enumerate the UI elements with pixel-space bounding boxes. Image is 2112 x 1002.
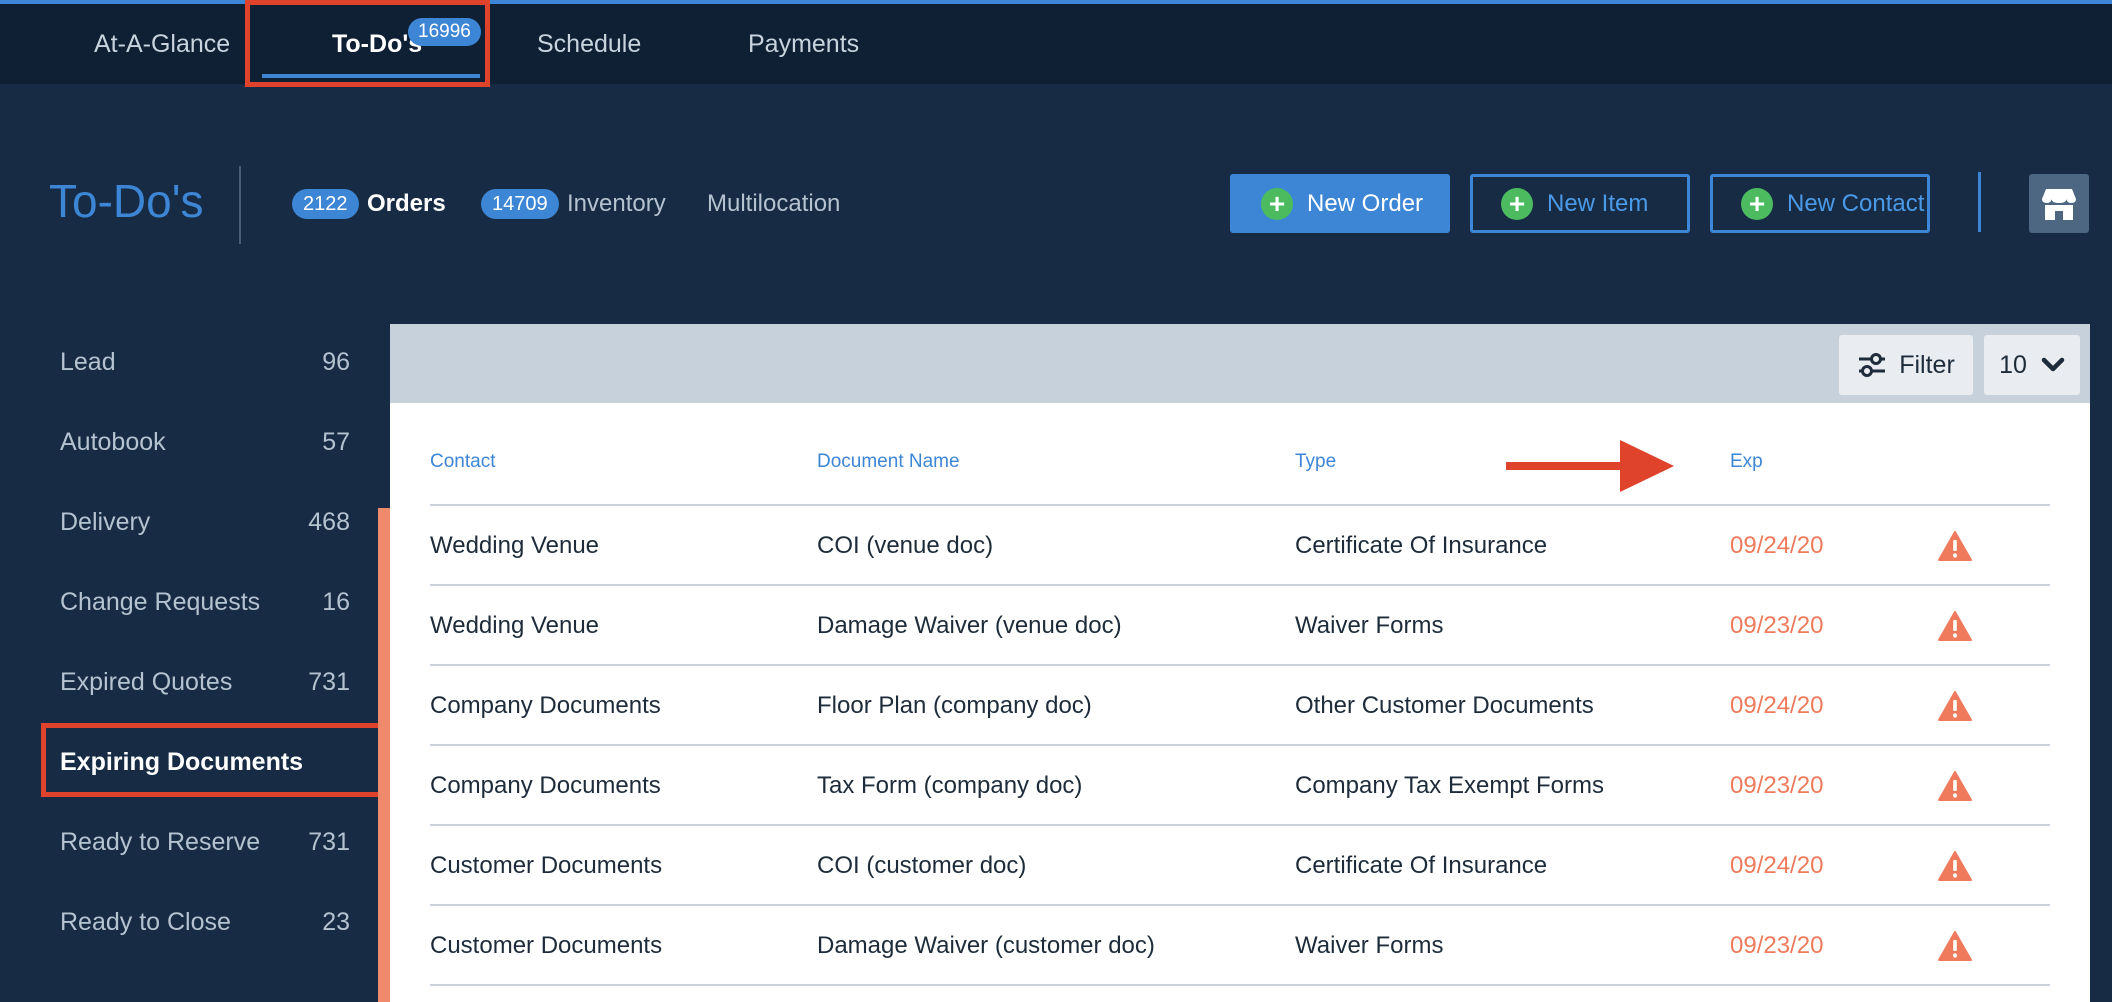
column-header-contact[interactable]: Contact xyxy=(430,451,495,473)
new-contact-button[interactable]: + New Contact xyxy=(1710,174,1930,233)
cell-contact: Customer Documents xyxy=(430,932,663,959)
table-row[interactable]: Wedding Venue COI (venue doc) Certificat… xyxy=(430,506,2050,586)
cell-document-name: Floor Plan (company doc) xyxy=(817,692,1092,719)
cell-document-name: COI (venue doc) xyxy=(817,532,994,559)
cell-document-name: Damage Waiver (customer doc) xyxy=(817,932,1155,959)
sidebar-item-count: 731 xyxy=(308,827,350,856)
annotation-highlight-todos-tab xyxy=(245,0,490,87)
table-row[interactable]: Customer Documents COI (customer doc) Ce… xyxy=(430,826,2050,906)
column-header-document-name[interactable]: Document Name xyxy=(817,451,960,473)
new-order-label: New Order xyxy=(1307,189,1424,217)
column-header-exp[interactable]: Exp xyxy=(1730,451,1763,473)
documents-panel: Filter 10 Contact Document Name Type Exp… xyxy=(390,324,2090,1002)
sidebar-item-count: 16 xyxy=(322,587,350,616)
column-header-type[interactable]: Type xyxy=(1295,451,1336,473)
sidebar-item-lead[interactable]: Lead 96 xyxy=(41,327,377,397)
sidebar-item-delivery[interactable]: Delivery 468 xyxy=(41,487,377,557)
sidebar-item-autobook[interactable]: Autobook 57 xyxy=(41,407,377,477)
page-title: To-Do's xyxy=(49,175,204,227)
sidebar-item-label: Ready to Reserve xyxy=(60,827,261,856)
plus-circle-icon: + xyxy=(1741,187,1773,220)
inventory-count-badge: 14709 xyxy=(481,189,559,219)
new-order-button[interactable]: + New Order xyxy=(1230,174,1450,233)
cell-exp-date: 09/24/20 xyxy=(1730,852,1824,879)
new-item-button[interactable]: + New Item xyxy=(1470,174,1690,233)
cell-document-name: Damage Waiver (venue doc) xyxy=(817,612,1122,639)
table-row[interactable]: Customer Documents Damage Waiver (custom… xyxy=(430,906,2050,986)
sidebar-item-count: 468 xyxy=(308,507,350,536)
cell-exp-date: 09/24/20 xyxy=(1730,532,1824,559)
sliders-icon xyxy=(1859,353,1886,377)
new-contact-label: New Contact xyxy=(1787,189,1925,217)
warning-triangle-icon xyxy=(1938,691,1972,721)
sidebar-item-label: Expired Quotes xyxy=(60,667,233,696)
sidebar-item-count: 96 xyxy=(322,347,350,376)
table-row[interactable]: Company Documents Tax Form (company doc)… xyxy=(430,746,2050,826)
chevron-down-icon xyxy=(2041,357,2065,372)
sidebar-item-ready-to-close[interactable]: Ready to Close 23 xyxy=(41,887,377,957)
cell-contact: Wedding Venue xyxy=(430,532,600,559)
orders-count-badge: 2122 xyxy=(292,189,359,219)
sidebar-item-label: Lead xyxy=(60,347,116,376)
table-row[interactable]: Company Documents Floor Plan (company do… xyxy=(430,666,2050,746)
sidebar-item-ready-to-reserve[interactable]: Ready to Reserve 731 xyxy=(41,807,377,877)
warning-triangle-icon xyxy=(1938,611,1972,641)
cell-exp-date: 09/24/20 xyxy=(1730,692,1824,719)
header-divider xyxy=(1978,172,1981,232)
warning-triangle-icon xyxy=(1938,851,1972,881)
title-divider xyxy=(239,166,241,244)
cell-type: Other Customer Documents xyxy=(1295,692,1594,719)
cell-contact: Company Documents xyxy=(430,692,661,719)
sidebar-item-expired-quotes[interactable]: Expired Quotes 731 xyxy=(41,647,377,717)
sidebar-item-label: Ready to Close xyxy=(60,907,231,936)
cell-document-name: Tax Form (company doc) xyxy=(817,772,1083,799)
table-row[interactable]: Wedding Venue Damage Waiver (venue doc) … xyxy=(430,586,2050,666)
cell-type: Certificate Of Insurance xyxy=(1295,852,1548,879)
cell-type: Waiver Forms xyxy=(1295,612,1444,639)
cell-type: Waiver Forms xyxy=(1295,932,1444,959)
page-size-select[interactable]: 10 xyxy=(1984,335,2080,395)
tab-payments[interactable]: Payments xyxy=(748,30,859,59)
subtab-multilocation[interactable]: Multilocation xyxy=(707,190,840,218)
page-size-value: 10 xyxy=(1999,350,2027,379)
cell-contact: Company Documents xyxy=(430,772,661,799)
cell-exp-date: 09/23/20 xyxy=(1730,612,1824,639)
warning-triangle-icon xyxy=(1938,931,1972,961)
sidebar-item-change-requests[interactable]: Change Requests 16 xyxy=(41,567,377,637)
cell-contact: Wedding Venue xyxy=(430,612,600,639)
sidebar-item-label: Autobook xyxy=(60,427,166,456)
sidebar-item-label: Delivery xyxy=(60,507,151,536)
filter-button[interactable]: Filter xyxy=(1839,335,1973,395)
cell-document-name: COI (customer doc) xyxy=(817,852,1027,879)
arrow-right-icon xyxy=(1506,440,1674,492)
tab-at-a-glance[interactable]: At-A-Glance xyxy=(94,30,230,59)
storefront-button[interactable] xyxy=(2029,174,2089,233)
cell-type: Certificate Of Insurance xyxy=(1295,532,1548,559)
panel-toolbar: Filter 10 xyxy=(390,324,2090,403)
plus-circle-icon: + xyxy=(1261,187,1293,220)
cell-exp-date: 09/23/20 xyxy=(1730,772,1824,799)
sidebar-item-label: Change Requests xyxy=(60,587,261,616)
sidebar-item-count: 57 xyxy=(322,427,350,456)
sidebar-item-count: 731 xyxy=(308,667,350,696)
filter-label: Filter xyxy=(1899,350,1955,379)
plus-circle-icon: + xyxy=(1501,187,1533,220)
new-item-label: New Item xyxy=(1547,189,1649,217)
subtab-inventory[interactable]: Inventory xyxy=(567,190,666,218)
cell-contact: Customer Documents xyxy=(430,852,663,879)
storefront-icon xyxy=(2042,188,2076,220)
sidebar-item-count: 23 xyxy=(322,907,350,936)
warning-triangle-icon xyxy=(1938,771,1972,801)
cell-type: Company Tax Exempt Forms xyxy=(1295,772,1604,799)
annotation-highlight-expiring-documents xyxy=(41,723,383,797)
warning-triangle-icon xyxy=(1938,531,1972,561)
sidebar-active-accent xyxy=(378,508,390,1002)
subtab-orders[interactable]: Orders xyxy=(367,190,446,218)
tab-schedule[interactable]: Schedule xyxy=(537,30,641,59)
cell-exp-date: 09/23/20 xyxy=(1730,932,1824,959)
